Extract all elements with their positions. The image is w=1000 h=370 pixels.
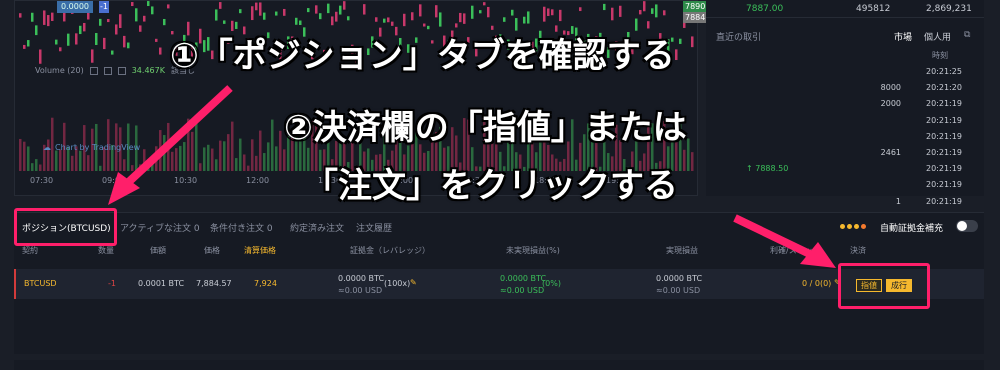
annotation-line-2: ②決済欄の「指値」または: [284, 108, 687, 148]
annotation-line-1: ①「ポジション」タブを確認する: [170, 36, 675, 76]
arrow-to-positions: [117, 85, 233, 193]
trading-page: 0.0000 -1 Volume (20) 34.467K 該当し ☁ Char…: [0, 0, 1000, 370]
annotation-line-3: 「注文」をクリックする: [304, 166, 678, 206]
arrow-to-buttons: [733, 214, 820, 262]
